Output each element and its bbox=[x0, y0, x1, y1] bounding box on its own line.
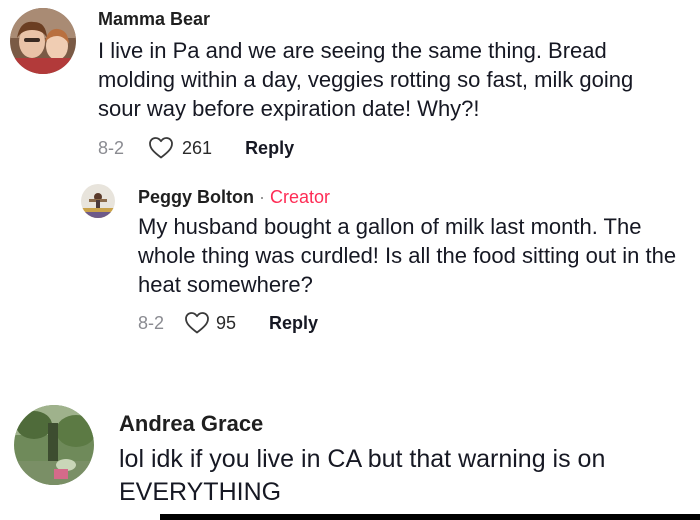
reply-button[interactable]: Reply bbox=[245, 138, 294, 159]
like-button[interactable]: 95 bbox=[184, 311, 236, 335]
comment-text: My husband bought a gallon of milk last … bbox=[138, 214, 677, 297]
comment-peggy-bolton: Peggy Bolton · Creator My husband bought… bbox=[0, 170, 700, 345]
comment-meta: 8-2 261 Reply bbox=[98, 135, 294, 161]
comment-date: 8-2 bbox=[98, 137, 125, 158]
avatar[interactable] bbox=[14, 405, 94, 485]
comment-username[interactable]: Mamma Bear bbox=[98, 9, 210, 30]
comment-username[interactable]: Andrea Grace bbox=[119, 411, 263, 437]
comment-date: 8-2 bbox=[138, 312, 165, 333]
comment-meta: 8-2 95 Reply bbox=[138, 310, 318, 336]
comments-screen: Mamma Bear I live in Pa and we are seein… bbox=[0, 0, 700, 520]
comment-andrea-grace: Andrea Grace lol idk if you live in CA b… bbox=[0, 395, 700, 520]
avatar[interactable] bbox=[81, 184, 115, 218]
comment-mamma-bear: Mamma Bear I live in Pa and we are seein… bbox=[0, 0, 700, 170]
comment-text: I live in Pa and we are seeing the same … bbox=[98, 38, 634, 121]
like-button[interactable]: 261 bbox=[148, 136, 212, 160]
home-indicator-bar bbox=[160, 514, 700, 520]
reply-button[interactable]: Reply bbox=[269, 313, 318, 334]
comment-text: lol idk if you live in CA but that warni… bbox=[119, 445, 606, 506]
avatar[interactable] bbox=[10, 8, 76, 74]
comment-username[interactable]: Peggy Bolton bbox=[138, 187, 254, 207]
heart-outline-icon bbox=[184, 311, 210, 335]
like-count: 95 bbox=[216, 312, 237, 333]
separator-dot: · bbox=[259, 187, 266, 207]
heart-outline-icon bbox=[148, 136, 174, 160]
creator-badge: Creator bbox=[270, 187, 331, 207]
like-count: 261 bbox=[182, 137, 213, 158]
comment-username-row: Peggy Bolton · Creator bbox=[138, 187, 330, 208]
